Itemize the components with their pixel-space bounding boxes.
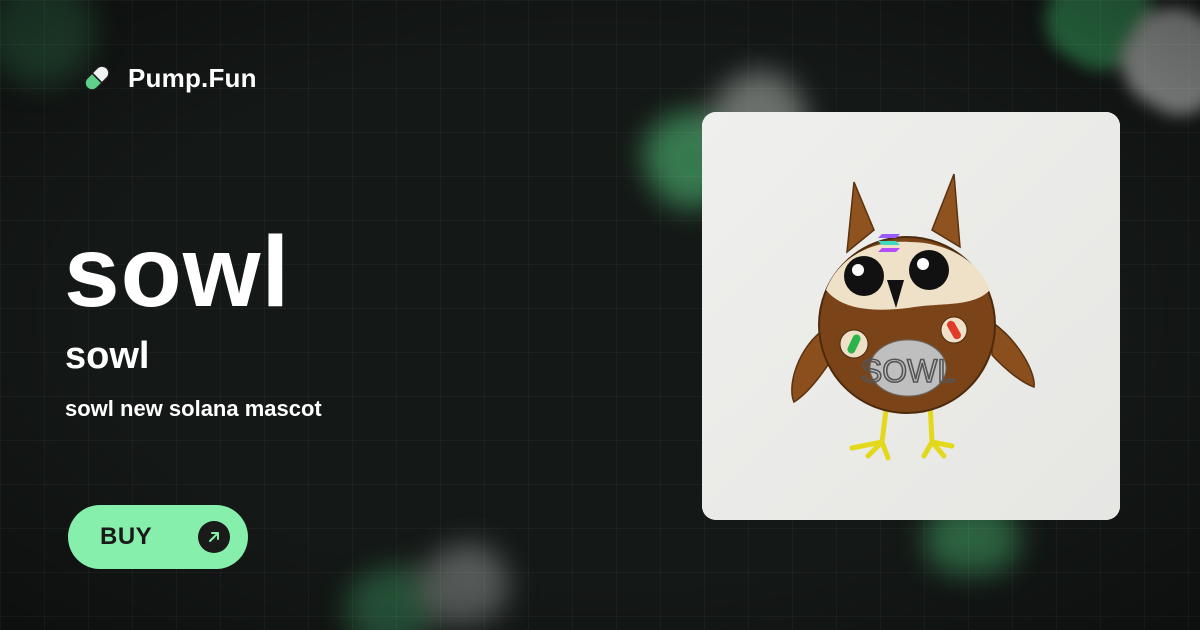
arrow-up-right-icon: [198, 521, 230, 553]
og-card: Pump.Fun sowl sowl sowl new solana masco…: [0, 0, 1200, 630]
token-description: sowl new solana mascot: [65, 396, 322, 421]
brand-name: Pump.Fun: [128, 62, 257, 93]
owl-belly-text: SOWL: [861, 353, 955, 389]
token-image-card: SOWL: [702, 112, 1120, 520]
brand[interactable]: Pump.Fun: [80, 60, 257, 96]
buy-button-label: BUY: [100, 523, 153, 550]
pill-icon: [84, 65, 110, 91]
owl-mascot-image: SOWL: [702, 112, 1120, 520]
buy-button[interactable]: BUY: [68, 505, 248, 569]
token-symbol: sowl: [65, 335, 150, 377]
token-name: sowl: [64, 216, 291, 328]
